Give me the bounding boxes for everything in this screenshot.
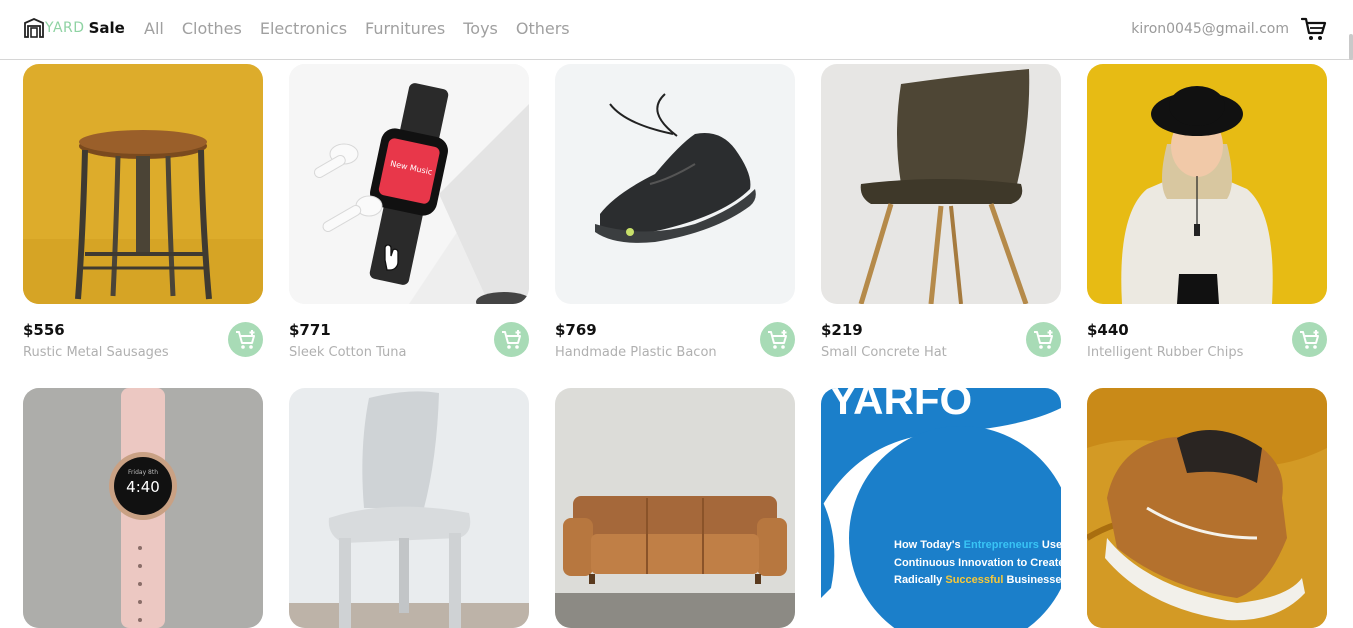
cover-line3-c: Businesses: [1003, 574, 1061, 586]
product-price: $440: [1087, 321, 1129, 339]
product-image-brown-sneaker[interactable]: [1087, 388, 1327, 628]
product-name[interactable]: Sleek Cotton Tuna: [289, 345, 406, 360]
cover-line3-b: Successful: [945, 574, 1003, 586]
add-to-cart-button[interactable]: [1292, 322, 1327, 357]
product-price: $556: [23, 321, 65, 339]
product-image-chair[interactable]: [821, 64, 1061, 304]
add-to-cart-button[interactable]: [1026, 322, 1061, 357]
nav-clothes[interactable]: Clothes: [182, 19, 242, 38]
product-card: YARFO How Today's Entrepreneurs Use Cont…: [821, 388, 1061, 628]
cart-plus-icon: [235, 329, 255, 349]
svg-text:Radically Successful Businesse: Radically Successful Businesses: [894, 574, 1061, 586]
product-image-woman-hat[interactable]: [1087, 64, 1327, 304]
product-price: $219: [821, 321, 863, 339]
cover-line1-a: How Today's: [894, 539, 964, 551]
product-card: [555, 388, 795, 628]
cart-plus-icon: [1299, 329, 1319, 349]
product-image-sneaker[interactable]: [555, 64, 795, 304]
product-card: $769 Handmade Plastic Bacon: [555, 64, 795, 360]
nav-toys[interactable]: Toys: [463, 19, 498, 38]
nav-furnitures[interactable]: Furnitures: [365, 19, 445, 38]
cover-line1-c: Use: [1039, 539, 1061, 551]
product-card: Friday 8th 4:40: [23, 388, 263, 628]
product-card: [1087, 388, 1327, 628]
shopping-cart-icon[interactable]: [1301, 16, 1327, 42]
top-navbar: YARD Sale All Clothes Electronics Furnit…: [0, 0, 1353, 60]
cover-line2: Continuous Innovation to Create: [894, 557, 1061, 569]
scrollbar-thumb[interactable]: [1349, 34, 1353, 60]
cover-title: YARFO: [829, 388, 972, 423]
product-price: $769: [555, 321, 597, 339]
nav-electronics[interactable]: Electronics: [260, 19, 347, 38]
svg-text:How Today's Entrepreneurs Use: How Today's Entrepreneurs Use: [894, 539, 1061, 551]
cover-line3-a: Radically: [894, 574, 945, 586]
brand-yard: YARD: [45, 20, 85, 36]
product-name[interactable]: Rustic Metal Sausages: [23, 345, 169, 360]
watch-day-text: Friday 8th: [128, 469, 158, 476]
product-price: $771: [289, 321, 331, 339]
cart-plus-icon: [1033, 329, 1053, 349]
product-name[interactable]: Handmade Plastic Bacon: [555, 345, 717, 360]
product-card: $219 Small Concrete Hat: [821, 64, 1061, 360]
product-card: [289, 388, 529, 628]
cart-plus-icon: [501, 329, 521, 349]
product-image-white-chair[interactable]: [289, 388, 529, 628]
user-area: kiron0045@gmail.com: [1131, 16, 1327, 42]
cover-line1-b: Entrepreneurs: [964, 539, 1039, 551]
product-card: $440 Intelligent Rubber Chips: [1087, 64, 1327, 360]
user-email[interactable]: kiron0045@gmail.com: [1131, 21, 1289, 37]
nav-others[interactable]: Others: [516, 19, 570, 38]
brand-sale: Sale: [88, 19, 125, 37]
product-card: New Music $771 Sleek Cotton Tuna: [289, 64, 529, 360]
product-card: $556 Rustic Metal Sausages: [23, 64, 263, 360]
add-to-cart-button[interactable]: [494, 322, 529, 357]
product-image-stool[interactable]: [23, 64, 263, 304]
category-nav: All Clothes Electronics Furnitures Toys …: [144, 19, 570, 38]
product-image-pink-watch[interactable]: Friday 8th 4:40: [23, 388, 263, 628]
storefront-icon: [24, 18, 44, 38]
product-name[interactable]: Intelligent Rubber Chips: [1087, 345, 1243, 360]
product-image-book-cover[interactable]: YARFO How Today's Entrepreneurs Use Cont…: [821, 388, 1061, 628]
add-to-cart-button[interactable]: [760, 322, 795, 357]
brand-logo[interactable]: YARD Sale: [24, 17, 125, 39]
product-image-sofa[interactable]: [555, 388, 795, 628]
add-to-cart-button[interactable]: [228, 322, 263, 357]
nav-all[interactable]: All: [144, 19, 164, 38]
product-image-smartwatch[interactable]: New Music: [289, 64, 529, 304]
watch-time-text: 4:40: [126, 478, 160, 496]
cart-plus-icon: [767, 329, 787, 349]
product-name[interactable]: Small Concrete Hat: [821, 345, 947, 360]
